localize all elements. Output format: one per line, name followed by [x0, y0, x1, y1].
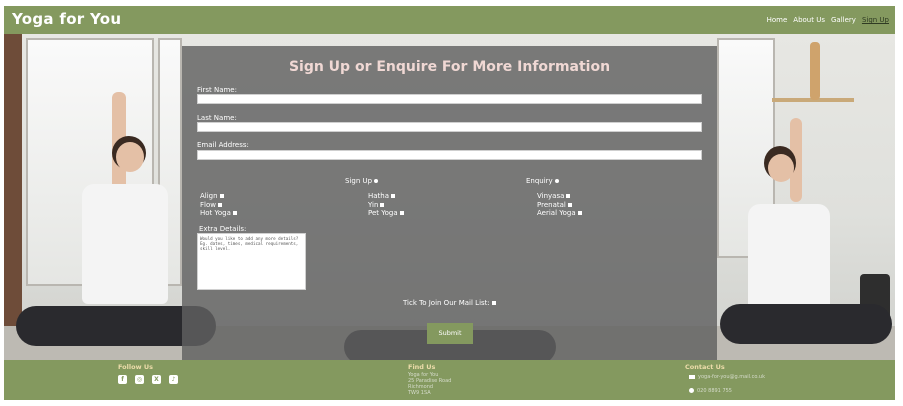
instagram-icon[interactable]: ◎ [135, 375, 144, 384]
class-label: Yin [368, 200, 379, 209]
enquiry-radio[interactable] [554, 179, 559, 183]
phone-icon [689, 388, 694, 393]
sign-up-radio[interactable] [374, 179, 379, 183]
contact-email-text: yoga-for-you@g.mail.co.uk [698, 374, 765, 380]
class-label: Flow [200, 200, 216, 209]
class-option-pet-yoga[interactable]: Pet Yoga [368, 209, 404, 218]
class-label: Pet Yoga [368, 209, 398, 217]
tiktok-icon[interactable]: ♪ [169, 375, 178, 384]
sign-up-label: Sign Up [345, 177, 373, 185]
class-label: Hatha [368, 192, 390, 200]
site-header: Yoga for You Home About Us Gallery Sign … [4, 6, 895, 34]
mail-list-checkbox[interactable] [491, 301, 496, 305]
class-option-hatha[interactable]: Hatha [368, 192, 404, 201]
nav-gallery[interactable]: Gallery [831, 16, 856, 24]
contact-email[interactable]: yoga-for-you@g.mail.co.uk [689, 374, 765, 380]
contact-phone[interactable]: 020 8891 755 [689, 388, 732, 394]
nav-sign-up[interactable]: Sign Up [862, 16, 889, 24]
find-us-heading: Find Us [408, 363, 436, 371]
class-option-vinyasa[interactable]: Vinyasa [537, 192, 582, 201]
class-checkbox[interactable] [219, 194, 224, 198]
class-label: Aerial Yoga [537, 209, 576, 217]
wall-wood-panel [4, 34, 22, 360]
address-block: Yoga for You 25 Paradise Road Richmond T… [408, 372, 451, 396]
nav-home[interactable]: Home [767, 16, 788, 24]
social-links: f ◎ X ♪ [118, 375, 178, 384]
shelf-vase [810, 42, 820, 100]
main-nav: Home About Us Gallery Sign Up [767, 16, 889, 24]
first-name-label: First Name: [197, 86, 237, 94]
class-checkbox[interactable] [566, 194, 571, 198]
page: Yoga for You Home About Us Gallery Sign … [4, 6, 895, 400]
address-line: TW9 1SA [408, 390, 431, 396]
contact-us-heading: Contact Us [685, 363, 725, 371]
x-icon[interactable]: X [152, 375, 161, 384]
class-checkbox[interactable] [217, 202, 222, 207]
enquiry-option[interactable]: Enquiry [526, 177, 559, 185]
extra-details-textarea[interactable]: Would you like to add any more details? … [197, 233, 306, 290]
submit-button[interactable]: Submit [427, 323, 473, 344]
email-label: Email Address: [197, 141, 249, 149]
class-checkbox[interactable] [567, 202, 572, 207]
class-options-col-2: Hatha Yin Pet Yoga [368, 192, 404, 218]
class-option-align[interactable]: Align [200, 192, 237, 201]
class-label: Hot Yoga [200, 209, 231, 217]
envelope-icon [689, 374, 695, 379]
nav-about-us[interactable]: About Us [793, 16, 825, 24]
class-options-col-1: Align Flow Hot Yoga [200, 192, 237, 218]
first-name-input[interactable] [197, 94, 702, 104]
class-checkbox[interactable] [577, 211, 582, 215]
class-option-yin[interactable]: Yin [368, 201, 404, 210]
enquiry-label: Enquiry [526, 177, 553, 185]
class-options-col-3: Vinyasa Prenatal Aerial Yoga [537, 192, 582, 218]
extra-details-label: Extra Details: [199, 225, 247, 233]
class-label: Vinyasa [537, 192, 565, 200]
contact-phone-text: 020 8891 755 [697, 388, 732, 394]
class-label: Prenatal [537, 200, 566, 209]
email-input[interactable] [197, 150, 702, 160]
class-label: Align [200, 192, 218, 200]
brand-logo[interactable]: Yoga for You [12, 10, 121, 28]
class-option-hot-yoga[interactable]: Hot Yoga [200, 209, 237, 218]
last-name-label: Last Name: [197, 114, 237, 122]
form-title: Sign Up or Enquire For More Information [288, 59, 611, 75]
class-checkbox[interactable] [391, 194, 396, 198]
class-option-prenatal[interactable]: Prenatal [537, 201, 582, 210]
mail-list-label: Tick To Join Our Mail List: [403, 299, 490, 307]
class-option-flow[interactable]: Flow [200, 201, 237, 210]
class-checkbox[interactable] [399, 211, 404, 215]
facebook-icon[interactable]: f [118, 375, 127, 384]
last-name-input[interactable] [197, 122, 702, 132]
mail-list-option[interactable]: Tick To Join Our Mail List: [403, 299, 496, 307]
class-checkbox[interactable] [380, 202, 385, 207]
site-footer: Follow Us f ◎ X ♪ Find Us Yoga for You 2… [4, 360, 895, 400]
class-option-aerial-yoga[interactable]: Aerial Yoga [537, 209, 582, 218]
class-checkbox[interactable] [232, 211, 237, 215]
sign-up-option[interactable]: Sign Up [345, 177, 379, 185]
follow-us-heading: Follow Us [118, 363, 153, 371]
signup-form-panel: Sign Up or Enquire For More Information … [182, 46, 717, 360]
